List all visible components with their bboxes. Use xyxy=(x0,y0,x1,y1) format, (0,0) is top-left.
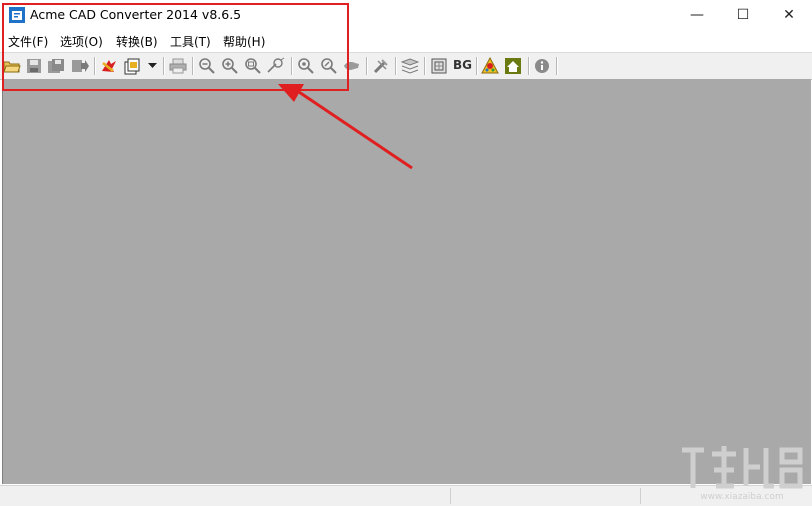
background-button[interactable]: BG xyxy=(453,58,472,72)
export-icon[interactable] xyxy=(70,56,90,76)
toolbar-separator xyxy=(291,57,293,75)
minimize-button[interactable]: — xyxy=(674,0,720,30)
home-icon[interactable] xyxy=(503,56,523,76)
save-icon[interactable] xyxy=(24,56,44,76)
settings-icon[interactable] xyxy=(371,56,391,76)
toolbar-separator xyxy=(424,57,426,75)
menu-tools[interactable]: 工具(T) xyxy=(170,33,211,50)
toolbar-separator xyxy=(192,57,194,75)
status-pane xyxy=(640,488,641,504)
toolbar-separator xyxy=(528,57,530,75)
menu-convert[interactable]: 转换(B) xyxy=(116,33,158,50)
convert-icon[interactable] xyxy=(99,56,119,76)
layers-icon[interactable] xyxy=(400,56,420,76)
menu-help[interactable]: 帮助(H) xyxy=(223,33,265,50)
zoom-realtime-icon[interactable] xyxy=(319,56,339,76)
watermark-text: www.xiazaiba.com xyxy=(700,492,784,502)
menu-options[interactable]: 选项(O) xyxy=(60,33,103,50)
toolbar-separator xyxy=(366,57,368,75)
title-bar: Acme CAD Converter 2014 v8.6.5 — ☐ ✕ xyxy=(0,0,812,30)
app-icon xyxy=(9,7,25,23)
purchase-icon[interactable] xyxy=(480,56,500,76)
toolbar-separator xyxy=(556,57,558,75)
toolbar-separator xyxy=(476,57,478,75)
print-icon[interactable] xyxy=(168,56,188,76)
window-title: Acme CAD Converter 2014 v8.6.5 xyxy=(30,7,242,22)
toolbar-separator xyxy=(163,57,165,75)
annotation-arrow-icon xyxy=(278,84,413,170)
view-icon[interactable] xyxy=(429,56,449,76)
menu-bar: 文件(F) 选项(O) 转换(B) 工具(T) 帮助(H) xyxy=(0,30,812,52)
dropdown-arrow-icon[interactable] xyxy=(145,56,159,76)
zoom-extent-icon[interactable] xyxy=(296,56,316,76)
pan-icon[interactable] xyxy=(342,56,362,76)
close-button[interactable]: ✕ xyxy=(766,0,812,30)
status-pane xyxy=(450,488,451,504)
watermark-logo-icon: www.xiazaiba.com xyxy=(682,446,803,502)
zoom-window-icon[interactable] xyxy=(243,56,263,76)
toolbar-separator xyxy=(94,57,96,75)
menu-file[interactable]: 文件(F) xyxy=(8,33,48,50)
zoom-pan-icon[interactable] xyxy=(266,56,286,76)
toolbar-separator xyxy=(395,57,397,75)
zoom-out-icon[interactable] xyxy=(197,56,217,76)
toolbar: BG xyxy=(0,52,812,80)
maximize-button[interactable]: ☐ xyxy=(720,0,766,30)
save-all-icon[interactable] xyxy=(46,56,66,76)
zoom-in-icon[interactable] xyxy=(220,56,240,76)
about-icon[interactable] xyxy=(532,56,552,76)
open-folder-icon[interactable] xyxy=(2,56,22,76)
batch-convert-icon[interactable] xyxy=(123,56,143,76)
